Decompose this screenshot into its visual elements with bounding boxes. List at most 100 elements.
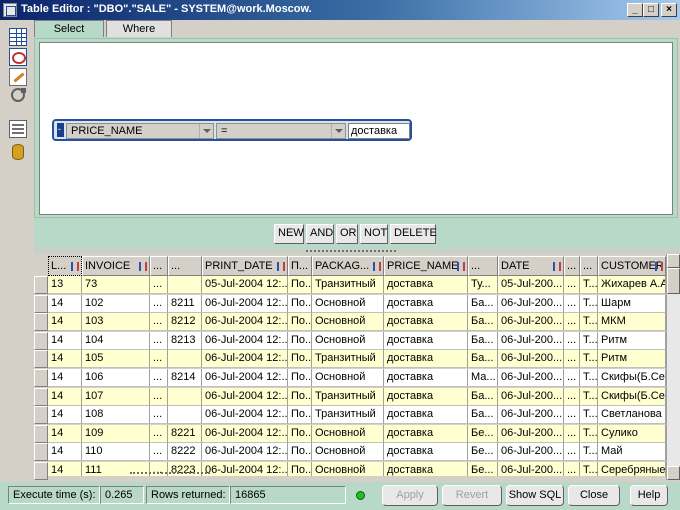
table-cell[interactable]: Основной bbox=[312, 294, 384, 313]
table-cell[interactable]: 06-Jul-200... bbox=[498, 350, 564, 369]
table-cell[interactable]: ... bbox=[564, 424, 580, 443]
row-selector[interactable] bbox=[34, 313, 48, 332]
table-cell[interactable]: Скифы(Б.Се bbox=[598, 387, 666, 406]
table-cell[interactable]: ... bbox=[564, 369, 580, 387]
table-cell[interactable]: Т... bbox=[580, 369, 598, 387]
table-cell[interactable]: 06-Jul-2004 12:... bbox=[202, 350, 288, 369]
table-cell[interactable]: 06-Jul-200... bbox=[498, 387, 564, 406]
table-cell[interactable]: 06-Jul-2004 12:... bbox=[202, 294, 288, 313]
sort-icon[interactable] bbox=[373, 262, 381, 271]
table-cell[interactable]: По... bbox=[288, 276, 312, 294]
table-cell[interactable]: ... bbox=[564, 331, 580, 350]
table-cell[interactable]: Ту... bbox=[468, 276, 498, 294]
revert-button[interactable]: Revert bbox=[442, 485, 502, 506]
apply-button[interactable]: Apply bbox=[382, 485, 438, 506]
table-cell[interactable]: ... bbox=[150, 294, 168, 313]
or-button[interactable]: OR bbox=[336, 224, 358, 244]
row-selector[interactable] bbox=[34, 443, 48, 462]
close-button[interactable]: Close bbox=[568, 485, 620, 506]
table-cell[interactable]: 06-Jul-200... bbox=[498, 331, 564, 350]
table-cell[interactable]: 73 bbox=[82, 276, 150, 294]
table-cell[interactable]: По... bbox=[288, 387, 312, 406]
table-cell[interactable]: Основной bbox=[312, 331, 384, 350]
table-cell[interactable]: 06-Jul-200... bbox=[498, 294, 564, 313]
column-header[interactable]: П... bbox=[288, 256, 312, 276]
table-cell[interactable]: 110 bbox=[82, 443, 150, 462]
table-cell[interactable]: 106 bbox=[82, 369, 150, 387]
edit-icon[interactable] bbox=[9, 68, 27, 86]
table-cell[interactable]: 06-Jul-2004 12:... bbox=[202, 443, 288, 462]
column-header[interactable]: PRINT_DATE bbox=[202, 256, 288, 276]
table-cell[interactable]: Бе... bbox=[468, 443, 498, 462]
table-cell[interactable]: 105 bbox=[82, 350, 150, 369]
not-button[interactable]: NOT bbox=[360, 224, 388, 244]
table-row[interactable]: 14 107... 06-Jul-2004 12:... По... Транзитны… bbox=[48, 387, 666, 406]
table-cell[interactable]: 14 bbox=[48, 369, 82, 387]
table-cell[interactable]: Т... bbox=[580, 387, 598, 406]
table-cell[interactable]: 8211 bbox=[168, 294, 202, 313]
column-header[interactable]: DATE bbox=[498, 256, 564, 276]
table-cell[interactable]: Основной bbox=[312, 313, 384, 332]
table-cell[interactable]: ... bbox=[564, 313, 580, 332]
table-cell[interactable]: 8212 bbox=[168, 313, 202, 332]
table-cell[interactable]: 14 bbox=[48, 313, 82, 332]
sort-icon[interactable] bbox=[139, 262, 147, 271]
table-cell[interactable]: доставка bbox=[384, 313, 468, 332]
table-cell[interactable]: 14 bbox=[48, 331, 82, 350]
table-cell[interactable]: Транзитный bbox=[312, 387, 384, 406]
table-cell[interactable]: Т... bbox=[580, 313, 598, 332]
close-window-button[interactable]: × bbox=[661, 3, 677, 17]
table-cell[interactable]: доставка bbox=[384, 387, 468, 406]
column-header[interactable]: PACKAG... bbox=[312, 256, 384, 276]
table-cell[interactable]: 06-Jul-200... bbox=[498, 424, 564, 443]
new-button[interactable]: NEW bbox=[274, 224, 304, 244]
table-cell[interactable]: Транзитный bbox=[312, 406, 384, 425]
splitter-grip[interactable] bbox=[306, 250, 396, 252]
column-header[interactable]: ... bbox=[580, 256, 598, 276]
table-cell[interactable]: МКМ bbox=[598, 313, 666, 332]
row-selector[interactable] bbox=[34, 331, 48, 350]
vertical-scrollbar[interactable] bbox=[666, 254, 680, 480]
table-cell[interactable]: Основной bbox=[312, 443, 384, 462]
table-cell[interactable]: ... bbox=[150, 424, 168, 443]
table-cell[interactable]: доставка bbox=[384, 331, 468, 350]
chevron-down-icon[interactable] bbox=[331, 124, 345, 138]
table-cell[interactable]: 14 bbox=[48, 294, 82, 313]
table-cell[interactable]: Ма... bbox=[468, 369, 498, 387]
table-cell[interactable]: Ба... bbox=[468, 350, 498, 369]
sort-icon[interactable] bbox=[277, 262, 285, 271]
operator-select[interactable]: = bbox=[216, 123, 346, 139]
table-cell[interactable]: Основной bbox=[312, 424, 384, 443]
scroll-up-button[interactable] bbox=[667, 254, 680, 268]
delete-button[interactable]: DELETE bbox=[390, 224, 437, 244]
row-selector[interactable] bbox=[34, 276, 48, 294]
table-cell[interactable]: 14 bbox=[48, 350, 82, 369]
table-cell[interactable]: 05-Jul-200... bbox=[498, 276, 564, 294]
table-icon[interactable] bbox=[9, 28, 27, 46]
table-row[interactable]: 14 102... 8211 06-Jul-2004 12:... По... Основ… bbox=[48, 294, 666, 313]
table-cell[interactable]: По... bbox=[288, 350, 312, 369]
table-row[interactable]: 14 106... 8214 06-Jul-2004 12:... По... Основ… bbox=[48, 369, 666, 387]
table-cell[interactable]: Ба... bbox=[468, 331, 498, 350]
table-cell[interactable]: ... bbox=[150, 276, 168, 294]
table-cell[interactable]: По... bbox=[288, 294, 312, 313]
table-cell[interactable]: Т... bbox=[580, 294, 598, 313]
table-cell[interactable]: 14 bbox=[48, 462, 82, 476]
table-cell[interactable]: ... bbox=[564, 387, 580, 406]
refresh-icon[interactable] bbox=[11, 88, 26, 102]
table-cell[interactable] bbox=[168, 406, 202, 425]
table-cell[interactable]: доставка bbox=[384, 424, 468, 443]
column-header[interactable]: INVOICE bbox=[82, 256, 150, 276]
table-cell[interactable]: доставка bbox=[384, 462, 468, 476]
query-icon[interactable] bbox=[9, 48, 27, 66]
help-button[interactable]: Help bbox=[630, 485, 668, 506]
table-cell[interactable]: 06-Jul-200... bbox=[498, 369, 564, 387]
table-cell[interactable]: Основной bbox=[312, 462, 384, 476]
table-cell[interactable]: ... bbox=[150, 443, 168, 462]
column-header[interactable]: ... bbox=[468, 256, 498, 276]
table-cell[interactable]: ... bbox=[150, 387, 168, 406]
show-sql-button[interactable]: Show SQL bbox=[506, 485, 564, 506]
table-cell[interactable]: ... bbox=[564, 462, 580, 476]
table-row[interactable]: 14 110... 8222 06-Jul-2004 12:... По... Основ… bbox=[48, 443, 666, 462]
table-row[interactable]: 14 103... 8212 06-Jul-2004 12:... По... Основ… bbox=[48, 313, 666, 332]
